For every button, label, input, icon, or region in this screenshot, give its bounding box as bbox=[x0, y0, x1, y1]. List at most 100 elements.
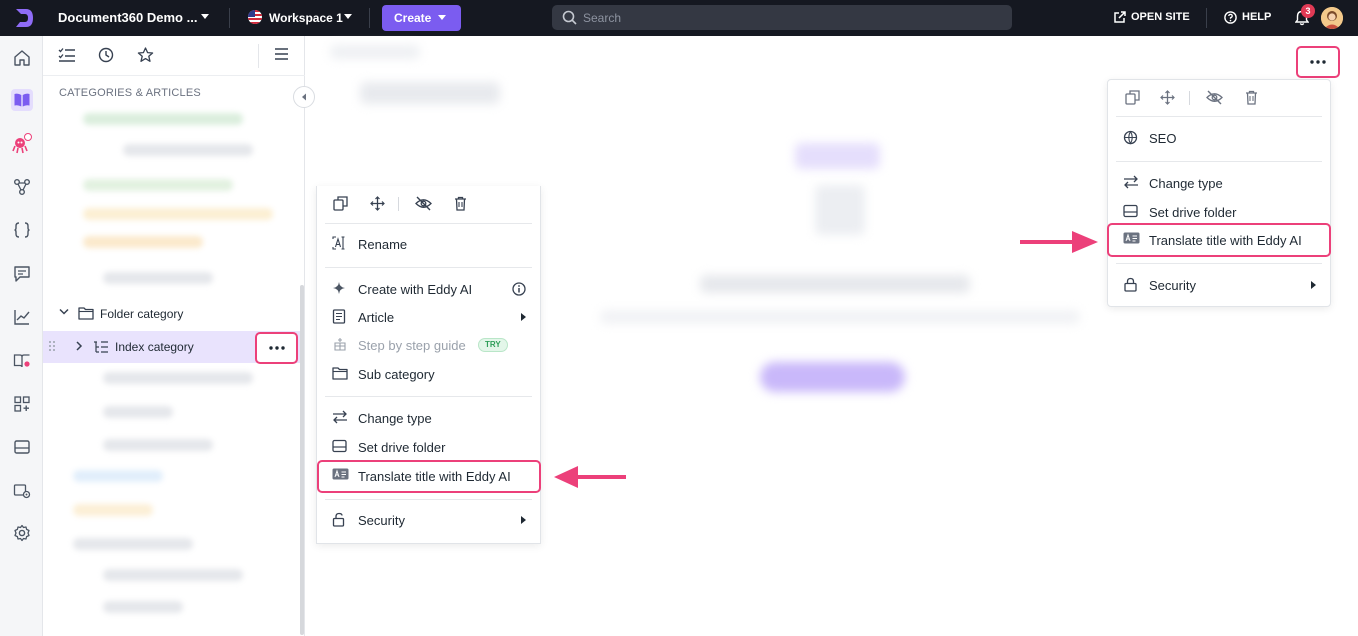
menu-item-security[interactable]: Security bbox=[317, 507, 540, 533]
submenu-arrow-icon bbox=[521, 313, 526, 321]
sub-category-label: Sub category bbox=[358, 367, 435, 382]
sidebar-scrollbar[interactable] bbox=[300, 285, 304, 635]
settings-gear-icon[interactable] bbox=[11, 522, 33, 544]
menu-quick-actions bbox=[1108, 80, 1330, 117]
copy-icon[interactable] bbox=[333, 196, 348, 211]
submenu-arrow-icon bbox=[1311, 281, 1316, 289]
menu-item-rename[interactable]: Rename bbox=[317, 231, 540, 257]
menu-item-step-by-step-guide[interactable]: Step by step guide TRY bbox=[317, 332, 540, 358]
create-button[interactable]: Create bbox=[382, 5, 461, 31]
blurred-row bbox=[123, 144, 253, 156]
lock-icon bbox=[1123, 277, 1138, 292]
trash-icon[interactable] bbox=[1245, 90, 1258, 105]
document360-logo-icon[interactable] bbox=[12, 6, 36, 30]
menu-item-set-drive-folder[interactable]: Set drive folder bbox=[1108, 199, 1330, 225]
menu-item-security[interactable]: Security bbox=[1108, 272, 1330, 298]
menu-item-change-type[interactable]: Change type bbox=[1108, 170, 1330, 196]
external-link-icon bbox=[1113, 11, 1126, 24]
top-bar: Document360 Demo ... Workspace 1 Create … bbox=[0, 0, 1358, 36]
blurred-heading bbox=[700, 275, 970, 293]
step-guide-label: Step by step guide bbox=[358, 338, 466, 353]
menu-item-change-type[interactable]: Change type bbox=[317, 405, 540, 431]
chevron-down-icon bbox=[437, 14, 447, 22]
hide-eye-icon[interactable] bbox=[1206, 90, 1223, 105]
workspace-dropdown-icon[interactable] bbox=[343, 13, 353, 21]
widget-settings-icon[interactable] bbox=[11, 480, 33, 502]
hide-eye-icon[interactable] bbox=[415, 196, 432, 211]
blurred-row bbox=[83, 208, 273, 220]
index-category-icon bbox=[93, 340, 109, 354]
api-icon[interactable] bbox=[11, 176, 33, 198]
index-category-label: Index category bbox=[115, 340, 194, 354]
divider bbox=[1116, 161, 1322, 162]
more-horizontal-icon bbox=[268, 346, 285, 350]
security-label: Security bbox=[358, 513, 405, 528]
drive-icon bbox=[332, 439, 347, 453]
page-more-button[interactable] bbox=[1296, 46, 1340, 78]
recent-clock-icon[interactable] bbox=[98, 47, 114, 63]
blurred-row bbox=[73, 504, 153, 516]
integrations-icon[interactable] bbox=[11, 393, 33, 415]
blurred-breadcrumb bbox=[330, 45, 420, 59]
move-icon[interactable] bbox=[1160, 90, 1175, 105]
set-drive-label: Set drive folder bbox=[1149, 205, 1237, 220]
blurred-row bbox=[103, 601, 183, 613]
sidebar-header: CATEGORIES & ARTICLES bbox=[59, 87, 201, 99]
knowledge-base-icon[interactable] bbox=[11, 350, 33, 372]
blurred-description bbox=[600, 310, 1080, 324]
create-button-label: Create bbox=[394, 11, 432, 25]
search-input[interactable]: Search bbox=[552, 5, 1012, 30]
menu-item-set-drive-folder[interactable]: Set drive folder bbox=[317, 434, 540, 460]
seo-globe-icon bbox=[1123, 130, 1138, 145]
rename-icon bbox=[332, 236, 348, 250]
user-avatar[interactable] bbox=[1321, 7, 1343, 29]
menu-item-create-with-eddy-ai[interactable]: Create with Eddy AI bbox=[317, 276, 540, 302]
eddy-ai-icon[interactable] bbox=[11, 133, 33, 155]
submenu-arrow-icon bbox=[521, 516, 526, 524]
feedback-icon[interactable] bbox=[11, 263, 33, 285]
star-icon[interactable] bbox=[137, 47, 154, 63]
menu-item-seo[interactable]: SEO bbox=[1108, 125, 1330, 151]
collapse-sidebar-button[interactable] bbox=[293, 86, 315, 108]
blurred-badge bbox=[795, 143, 880, 169]
blurred-row bbox=[83, 236, 203, 248]
analytics-icon[interactable] bbox=[11, 306, 33, 328]
drive-icon bbox=[1123, 204, 1138, 218]
divider bbox=[325, 396, 532, 397]
move-icon[interactable] bbox=[370, 196, 385, 211]
blurred-row bbox=[103, 569, 243, 581]
article-label: Article bbox=[358, 310, 395, 325]
search-icon bbox=[562, 10, 577, 25]
security-label: Security bbox=[1149, 278, 1196, 293]
blurred-row bbox=[83, 113, 243, 125]
home-icon[interactable] bbox=[11, 47, 33, 69]
blurred-row bbox=[103, 272, 213, 284]
menu-icon[interactable] bbox=[274, 47, 289, 61]
workspace-selector[interactable]: Workspace 1 bbox=[269, 11, 343, 25]
tree-item-folder-category[interactable]: Folder category bbox=[43, 298, 305, 328]
copy-icon[interactable] bbox=[1125, 90, 1140, 105]
guide-icon bbox=[332, 337, 348, 351]
documentation-icon[interactable] bbox=[11, 89, 33, 111]
code-braces-icon[interactable] bbox=[11, 219, 33, 241]
blurred-row bbox=[83, 179, 233, 191]
project-name[interactable]: Document360 Demo ... bbox=[58, 10, 197, 25]
chevron-right-icon[interactable] bbox=[75, 341, 83, 351]
page-context-menu: SEO Change type Set drive folder Transla… bbox=[1107, 79, 1331, 307]
create-eddy-label: Create with Eddy AI bbox=[358, 282, 473, 297]
sidebar-toolbar bbox=[43, 36, 305, 76]
drag-handle-icon[interactable] bbox=[48, 340, 56, 352]
swap-arrows-icon bbox=[1123, 175, 1139, 189]
checklist-icon[interactable] bbox=[58, 47, 76, 63]
tree-item-more-button[interactable] bbox=[255, 332, 298, 364]
drive-icon[interactable] bbox=[11, 436, 33, 458]
trash-icon[interactable] bbox=[454, 196, 467, 211]
info-icon[interactable] bbox=[512, 282, 526, 296]
more-horizontal-icon bbox=[1310, 60, 1326, 64]
chevron-down-icon[interactable] bbox=[59, 308, 69, 316]
menu-item-sub-category[interactable]: Sub category bbox=[317, 361, 540, 387]
article-icon bbox=[332, 309, 346, 324]
project-dropdown-icon[interactable] bbox=[200, 13, 210, 21]
menu-item-article[interactable]: Article bbox=[317, 304, 540, 330]
blurred-row bbox=[103, 439, 213, 451]
